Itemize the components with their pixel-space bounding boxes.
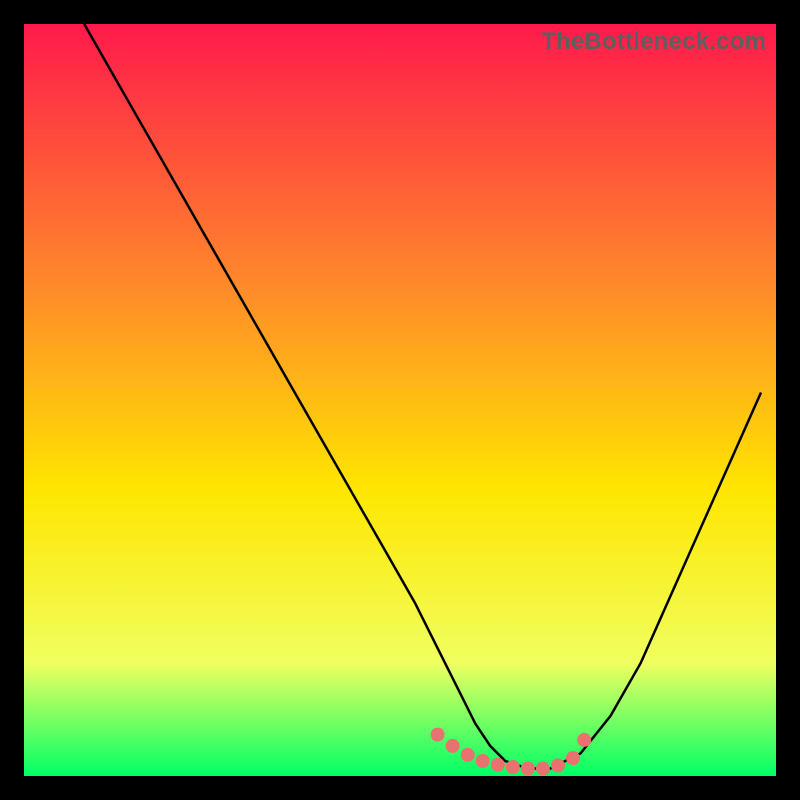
plot-area: TheBottleneck.com [24, 24, 776, 776]
marker-dot [461, 748, 475, 762]
plot-svg [24, 24, 776, 776]
marker-dot [476, 754, 490, 768]
marker-dot [536, 762, 550, 776]
gradient-bg [24, 24, 776, 776]
marker-dot [551, 759, 565, 773]
marker-dot [566, 751, 580, 765]
watermark-text: TheBottleneck.com [541, 28, 766, 56]
marker-dot [577, 733, 591, 747]
marker-dot [446, 739, 460, 753]
marker-dot [506, 760, 520, 774]
marker-dot [521, 762, 535, 776]
marker-dot [431, 728, 445, 742]
chart-frame: TheBottleneck.com [0, 0, 800, 800]
marker-dot [491, 758, 505, 772]
